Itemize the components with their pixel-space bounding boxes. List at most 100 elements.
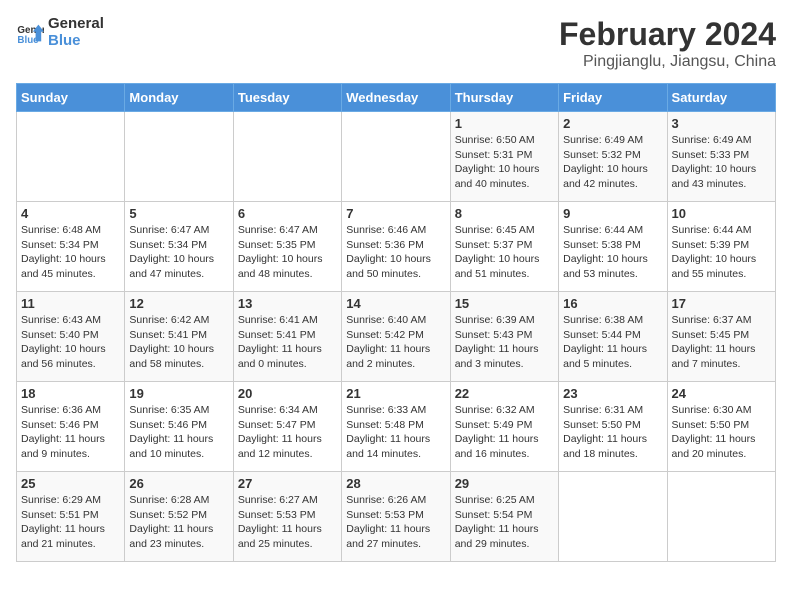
calendar-cell: 12 Sunrise: 6:42 AM Sunset: 5:41 PM Dayli… bbox=[125, 292, 233, 382]
calendar-cell: 28 Sunrise: 6:26 AM Sunset: 5:53 PM Dayli… bbox=[342, 472, 450, 562]
header-day-saturday: Saturday bbox=[667, 84, 775, 112]
header-day-tuesday: Tuesday bbox=[233, 84, 341, 112]
calendar-cell: 10 Sunrise: 6:44 AM Sunset: 5:39 PM Dayli… bbox=[667, 202, 775, 292]
calendar-cell: 11Sunrise: 6:43 AM Sunset: 5:40 PM Dayli… bbox=[17, 292, 125, 382]
day-info: Sunrise: 6:41 AM Sunset: 5:41 PM Dayligh… bbox=[238, 313, 337, 372]
day-number: 6 bbox=[238, 206, 337, 221]
calendar-cell: 17 Sunrise: 6:37 AM Sunset: 5:45 PM Dayli… bbox=[667, 292, 775, 382]
calendar-cell: 16Sunrise: 6:38 AM Sunset: 5:44 PM Dayli… bbox=[559, 292, 667, 382]
day-info: Sunrise: 6:28 AM Sunset: 5:52 PM Dayligh… bbox=[129, 493, 228, 552]
day-number: 5 bbox=[129, 206, 228, 221]
day-info: Sunrise: 6:30 AM Sunset: 5:50 PM Dayligh… bbox=[672, 403, 771, 462]
calendar-cell: 8 Sunrise: 6:45 AM Sunset: 5:37 PM Daylig… bbox=[450, 202, 558, 292]
header-day-wednesday: Wednesday bbox=[342, 84, 450, 112]
day-number: 18 bbox=[21, 386, 120, 401]
logo-icon: General Blue bbox=[16, 19, 44, 47]
calendar-cell: 26 Sunrise: 6:28 AM Sunset: 5:52 PM Dayli… bbox=[125, 472, 233, 562]
calendar-subtitle: Pingjianglu, Jiangsu, China bbox=[559, 53, 776, 71]
calendar-cell: 22 Sunrise: 6:32 AM Sunset: 5:49 PM Dayli… bbox=[450, 382, 558, 472]
day-number: 25 bbox=[21, 476, 120, 491]
calendar-cell bbox=[17, 112, 125, 202]
day-info: Sunrise: 6:47 AM Sunset: 5:34 PM Dayligh… bbox=[129, 223, 228, 282]
day-number: 16 bbox=[563, 296, 662, 311]
day-number: 3 bbox=[672, 116, 771, 131]
day-info: Sunrise: 6:44 AM Sunset: 5:39 PM Dayligh… bbox=[672, 223, 771, 282]
day-number: 1 bbox=[455, 116, 554, 131]
logo: General Blue General Blue bbox=[16, 16, 104, 49]
calendar-cell: 6Sunrise: 6:47 AM Sunset: 5:35 PM Daylig… bbox=[233, 202, 341, 292]
day-info: Sunrise: 6:48 AM Sunset: 5:34 PM Dayligh… bbox=[21, 223, 120, 282]
calendar-cell bbox=[342, 112, 450, 202]
calendar-cell: 29 Sunrise: 6:25 AM Sunset: 5:54 PM Dayli… bbox=[450, 472, 558, 562]
day-info: Sunrise: 6:37 AM Sunset: 5:45 PM Dayligh… bbox=[672, 313, 771, 372]
day-number: 15 bbox=[455, 296, 554, 311]
day-info: Sunrise: 6:36 AM Sunset: 5:46 PM Dayligh… bbox=[21, 403, 120, 462]
calendar-cell: 5 Sunrise: 6:47 AM Sunset: 5:34 PM Daylig… bbox=[125, 202, 233, 292]
calendar-title: February 2024 bbox=[559, 16, 776, 53]
day-number: 28 bbox=[346, 476, 445, 491]
calendar-cell: 9Sunrise: 6:44 AM Sunset: 5:38 PM Daylig… bbox=[559, 202, 667, 292]
calendar-cell: 3Sunrise: 6:49 AM Sunset: 5:33 PM Daylig… bbox=[667, 112, 775, 202]
calendar-cell: 21 Sunrise: 6:33 AM Sunset: 5:48 PM Dayli… bbox=[342, 382, 450, 472]
day-number: 11 bbox=[21, 296, 120, 311]
page-header: General Blue General Blue February 2024 … bbox=[16, 16, 776, 71]
title-block: February 2024 Pingjianglu, Jiangsu, Chin… bbox=[559, 16, 776, 71]
day-info: Sunrise: 6:49 AM Sunset: 5:32 PM Dayligh… bbox=[563, 133, 662, 192]
header-day-thursday: Thursday bbox=[450, 84, 558, 112]
day-info: Sunrise: 6:46 AM Sunset: 5:36 PM Dayligh… bbox=[346, 223, 445, 282]
header-day-sunday: Sunday bbox=[17, 84, 125, 112]
calendar-cell: 25 Sunrise: 6:29 AM Sunset: 5:51 PM Dayli… bbox=[17, 472, 125, 562]
day-number: 20 bbox=[238, 386, 337, 401]
calendar-cell: 13Sunrise: 6:41 AM Sunset: 5:41 PM Dayli… bbox=[233, 292, 341, 382]
week-row-1: 1Sunrise: 6:50 AM Sunset: 5:31 PM Daylig… bbox=[17, 112, 776, 202]
day-info: Sunrise: 6:33 AM Sunset: 5:48 PM Dayligh… bbox=[346, 403, 445, 462]
day-info: Sunrise: 6:39 AM Sunset: 5:43 PM Dayligh… bbox=[455, 313, 554, 372]
day-info: Sunrise: 6:27 AM Sunset: 5:53 PM Dayligh… bbox=[238, 493, 337, 552]
day-number: 26 bbox=[129, 476, 228, 491]
day-info: Sunrise: 6:40 AM Sunset: 5:42 PM Dayligh… bbox=[346, 313, 445, 372]
calendar-cell: 15 Sunrise: 6:39 AM Sunset: 5:43 PM Dayli… bbox=[450, 292, 558, 382]
week-row-5: 25 Sunrise: 6:29 AM Sunset: 5:51 PM Dayli… bbox=[17, 472, 776, 562]
day-number: 4 bbox=[21, 206, 120, 221]
calendar-header-row: SundayMondayTuesdayWednesdayThursdayFrid… bbox=[17, 84, 776, 112]
calendar-cell: 14 Sunrise: 6:40 AM Sunset: 5:42 PM Dayli… bbox=[342, 292, 450, 382]
day-info: Sunrise: 6:31 AM Sunset: 5:50 PM Dayligh… bbox=[563, 403, 662, 462]
calendar-table: SundayMondayTuesdayWednesdayThursdayFrid… bbox=[16, 83, 776, 562]
day-info: Sunrise: 6:42 AM Sunset: 5:41 PM Dayligh… bbox=[129, 313, 228, 372]
day-info: Sunrise: 6:32 AM Sunset: 5:49 PM Dayligh… bbox=[455, 403, 554, 462]
week-row-4: 18 Sunrise: 6:36 AM Sunset: 5:46 PM Dayli… bbox=[17, 382, 776, 472]
day-number: 23 bbox=[563, 386, 662, 401]
header-day-monday: Monday bbox=[125, 84, 233, 112]
day-info: Sunrise: 6:35 AM Sunset: 5:46 PM Dayligh… bbox=[129, 403, 228, 462]
day-number: 27 bbox=[238, 476, 337, 491]
day-info: Sunrise: 6:26 AM Sunset: 5:53 PM Dayligh… bbox=[346, 493, 445, 552]
day-number: 10 bbox=[672, 206, 771, 221]
calendar-cell: 23 Sunrise: 6:31 AM Sunset: 5:50 PM Dayli… bbox=[559, 382, 667, 472]
day-info: Sunrise: 6:29 AM Sunset: 5:51 PM Dayligh… bbox=[21, 493, 120, 552]
day-number: 24 bbox=[672, 386, 771, 401]
day-number: 21 bbox=[346, 386, 445, 401]
day-info: Sunrise: 6:45 AM Sunset: 5:37 PM Dayligh… bbox=[455, 223, 554, 282]
day-number: 17 bbox=[672, 296, 771, 311]
day-number: 12 bbox=[129, 296, 228, 311]
calendar-cell: 7Sunrise: 6:46 AM Sunset: 5:36 PM Daylig… bbox=[342, 202, 450, 292]
day-number: 29 bbox=[455, 476, 554, 491]
calendar-cell: 18 Sunrise: 6:36 AM Sunset: 5:46 PM Dayli… bbox=[17, 382, 125, 472]
calendar-cell bbox=[125, 112, 233, 202]
day-number: 2 bbox=[563, 116, 662, 131]
day-info: Sunrise: 6:34 AM Sunset: 5:47 PM Dayligh… bbox=[238, 403, 337, 462]
week-row-3: 11Sunrise: 6:43 AM Sunset: 5:40 PM Dayli… bbox=[17, 292, 776, 382]
logo-text-blue: Blue bbox=[48, 33, 104, 50]
day-number: 22 bbox=[455, 386, 554, 401]
calendar-cell: 24 Sunrise: 6:30 AM Sunset: 5:50 PM Dayli… bbox=[667, 382, 775, 472]
header-day-friday: Friday bbox=[559, 84, 667, 112]
calendar-cell bbox=[667, 472, 775, 562]
day-info: Sunrise: 6:25 AM Sunset: 5:54 PM Dayligh… bbox=[455, 493, 554, 552]
day-number: 9 bbox=[563, 206, 662, 221]
calendar-cell bbox=[559, 472, 667, 562]
day-number: 8 bbox=[455, 206, 554, 221]
day-number: 14 bbox=[346, 296, 445, 311]
week-row-2: 4 Sunrise: 6:48 AM Sunset: 5:34 PM Daylig… bbox=[17, 202, 776, 292]
calendar-cell: 20 Sunrise: 6:34 AM Sunset: 5:47 PM Dayli… bbox=[233, 382, 341, 472]
calendar-cell: 19Sunrise: 6:35 AM Sunset: 5:46 PM Dayli… bbox=[125, 382, 233, 472]
